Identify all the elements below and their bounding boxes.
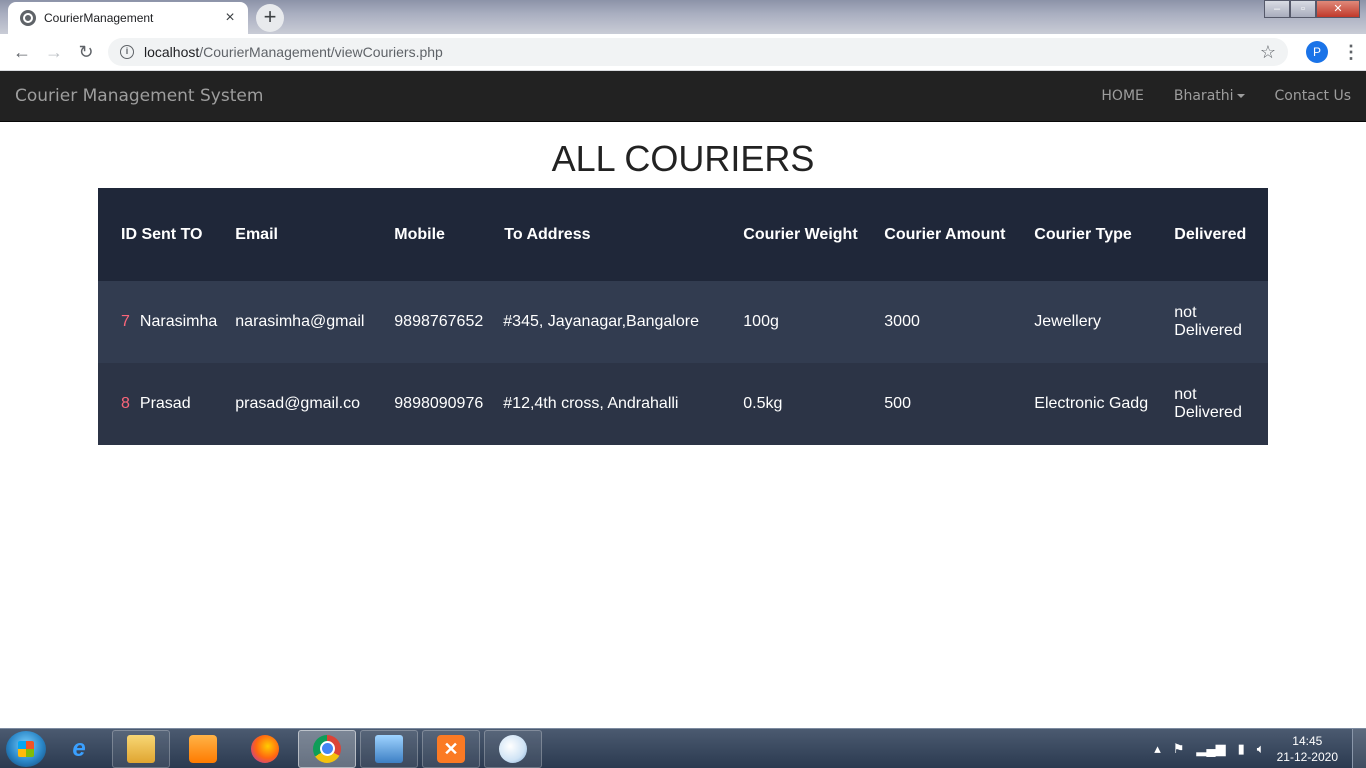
- cell-amount: 3000: [884, 313, 920, 330]
- col-header-id-sent-to: ID Sent TO: [121, 225, 203, 243]
- cell-weight: 100g: [743, 313, 779, 330]
- page-title: ALL COURIERS: [551, 138, 815, 179]
- row-sent-to: Narasimha: [139, 313, 218, 330]
- taskbar-firefox[interactable]: [236, 730, 294, 768]
- cell-mobile: 9898090976: [394, 395, 484, 412]
- show-hidden-icons-icon[interactable]: ▴: [1154, 741, 1161, 757]
- couriers-table: ID Sent TO Email Mobile To Address Couri…: [98, 188, 1268, 445]
- nav-home-link[interactable]: HOME: [1101, 88, 1143, 104]
- cell-address: #345, Jayanagar,Bangalore: [503, 313, 699, 330]
- col-header-amount: Courier Amount: [884, 225, 1006, 243]
- table-row: 8 Prasad prasad@gmail.co 9898090976 #12,4…: [98, 363, 1268, 445]
- url-host: localhost: [144, 44, 200, 60]
- window-close-icon[interactable]: ✕: [1316, 0, 1360, 18]
- firefox-icon: [251, 734, 279, 763]
- delivered-line-1: not: [1174, 304, 1197, 321]
- table-header-row: ID Sent TO Email Mobile To Address Couri…: [98, 188, 1268, 281]
- globe-icon: [20, 10, 36, 26]
- delivered-line-1: not: [1174, 386, 1197, 403]
- browser-toolbar: ← → ↻ i localhost/CourierManagement/view…: [0, 34, 1366, 71]
- caret-down-icon: [1236, 94, 1245, 98]
- table-row: 7 Narasimha narasimha@gmail 9898767652 #3…: [98, 281, 1268, 363]
- start-button[interactable]: [6, 730, 46, 767]
- site-navbar: Courier Management System HOME Bharathi …: [0, 71, 1366, 122]
- new-tab-button[interactable]: +: [256, 4, 284, 32]
- minimize-icon[interactable]: –: [1264, 0, 1290, 18]
- maximize-icon[interactable]: ▫: [1290, 0, 1316, 18]
- cell-email: narasimha@gmail: [235, 313, 365, 330]
- tab-close-icon[interactable]: ×: [222, 9, 238, 27]
- reload-icon[interactable]: ↻: [70, 36, 102, 68]
- cell-id-sent-to: 8 Prasad: [98, 363, 217, 445]
- profile-avatar[interactable]: P: [1306, 41, 1328, 63]
- action-center-flag-icon[interactable]: ⚑: [1173, 741, 1185, 757]
- col-header-address: To Address: [504, 225, 591, 243]
- col-header-weight: Courier Weight: [743, 225, 858, 243]
- system-tray: ▴ ⚑ ▂▄▆ ▮ 🔈︎ 14:45 21-12-2020: [1154, 728, 1366, 768]
- cell-delivered: not Delivered: [1156, 363, 1268, 445]
- xampp-icon: ✕: [437, 734, 465, 763]
- cell-weight: 0.5kg: [743, 395, 783, 412]
- col-header-mobile: Mobile: [394, 225, 445, 243]
- network-signal-icon[interactable]: ▂▄▆: [1196, 741, 1225, 757]
- internet-explorer-icon: e: [72, 734, 86, 762]
- windows-logo-icon: [18, 740, 34, 757]
- cell-type: Electronic Gadg: [1034, 395, 1149, 412]
- taskbar-chrome[interactable]: [298, 729, 356, 768]
- cell-delivered: not Delivered: [1156, 281, 1268, 363]
- navbar-brand[interactable]: Courier Management System: [15, 86, 263, 106]
- show-desktop-button[interactable]: [1352, 728, 1366, 768]
- taskbar-xampp[interactable]: ✕: [422, 729, 480, 768]
- power-icon[interactable]: ▮: [1238, 741, 1245, 757]
- forward-arrow-icon[interactable]: →: [38, 36, 70, 68]
- folder-icon: [127, 734, 155, 763]
- browser-tab[interactable]: CourierManagement ×: [8, 2, 248, 34]
- taskbar-paint[interactable]: [484, 729, 542, 768]
- media-player-icon: [189, 734, 217, 763]
- tab-title: CourierManagement: [44, 11, 154, 25]
- control-panel-icon: [375, 734, 403, 763]
- cell-type: Jewellery: [1034, 313, 1101, 330]
- clock[interactable]: 14:45 21-12-2020: [1277, 733, 1338, 765]
- navbar-links: HOME Bharathi Contact Us: [1071, 88, 1351, 104]
- paint-icon: [499, 734, 527, 763]
- cell-amount: 500: [884, 395, 911, 412]
- row-id: 7: [121, 313, 130, 330]
- back-arrow-icon[interactable]: ←: [6, 36, 38, 68]
- nav-contact-link[interactable]: Contact Us: [1275, 88, 1351, 104]
- taskbar-explorer[interactable]: [112, 729, 170, 768]
- row-id: 8: [121, 395, 130, 412]
- row-sent-to: Prasad: [139, 395, 191, 412]
- windows-taskbar: e ✕ ▴ ⚑ ▂▄▆ ▮ 🔈︎ 14:45 21-12-2020: [0, 728, 1366, 768]
- url-text[interactable]: localhost/CourierManagement/viewCouriers…: [144, 44, 1260, 60]
- taskbar-ie[interactable]: e: [50, 730, 108, 768]
- cell-email: prasad@gmail.co: [235, 395, 361, 412]
- col-header-type: Courier Type: [1034, 225, 1132, 243]
- delivered-line-2: Delivered: [1174, 322, 1242, 339]
- browser-tabstrip: CourierManagement × + – ▫ ✕: [0, 0, 1366, 34]
- clock-date: 21-12-2020: [1276, 749, 1338, 764]
- address-bar[interactable]: i localhost/CourierManagement/viewCourie…: [108, 38, 1288, 66]
- cell-id-sent-to: 7 Narasimha: [98, 281, 217, 363]
- couriers-table-container: ID Sent TO Email Mobile To Address Couri…: [98, 188, 1268, 445]
- volume-icon[interactable]: 🔈︎: [1257, 741, 1265, 757]
- url-path: /CourierManagement/viewCouriers.php: [199, 44, 443, 60]
- nav-user-label: Bharathi: [1173, 88, 1234, 104]
- chrome-icon: [313, 734, 341, 763]
- info-icon[interactable]: i: [120, 45, 134, 59]
- nav-user-dropdown[interactable]: Bharathi: [1174, 88, 1245, 104]
- cell-address: #12,4th cross, Andrahalli: [503, 395, 679, 412]
- taskbar-media-player[interactable]: [174, 730, 232, 768]
- clock-time: 14:45: [1292, 733, 1323, 748]
- delivered-line-2: Delivered: [1174, 404, 1242, 421]
- menu-kebab-icon[interactable]: ⋮: [1342, 42, 1360, 63]
- window-controls: – ▫ ✕: [1264, 0, 1360, 18]
- col-header-email: Email: [235, 225, 278, 243]
- cell-mobile: 9898767652: [394, 313, 484, 330]
- col-header-delivered: Delivered: [1174, 225, 1247, 243]
- taskbar-control-panel[interactable]: [360, 729, 418, 768]
- bookmark-star-icon[interactable]: ☆: [1260, 42, 1276, 63]
